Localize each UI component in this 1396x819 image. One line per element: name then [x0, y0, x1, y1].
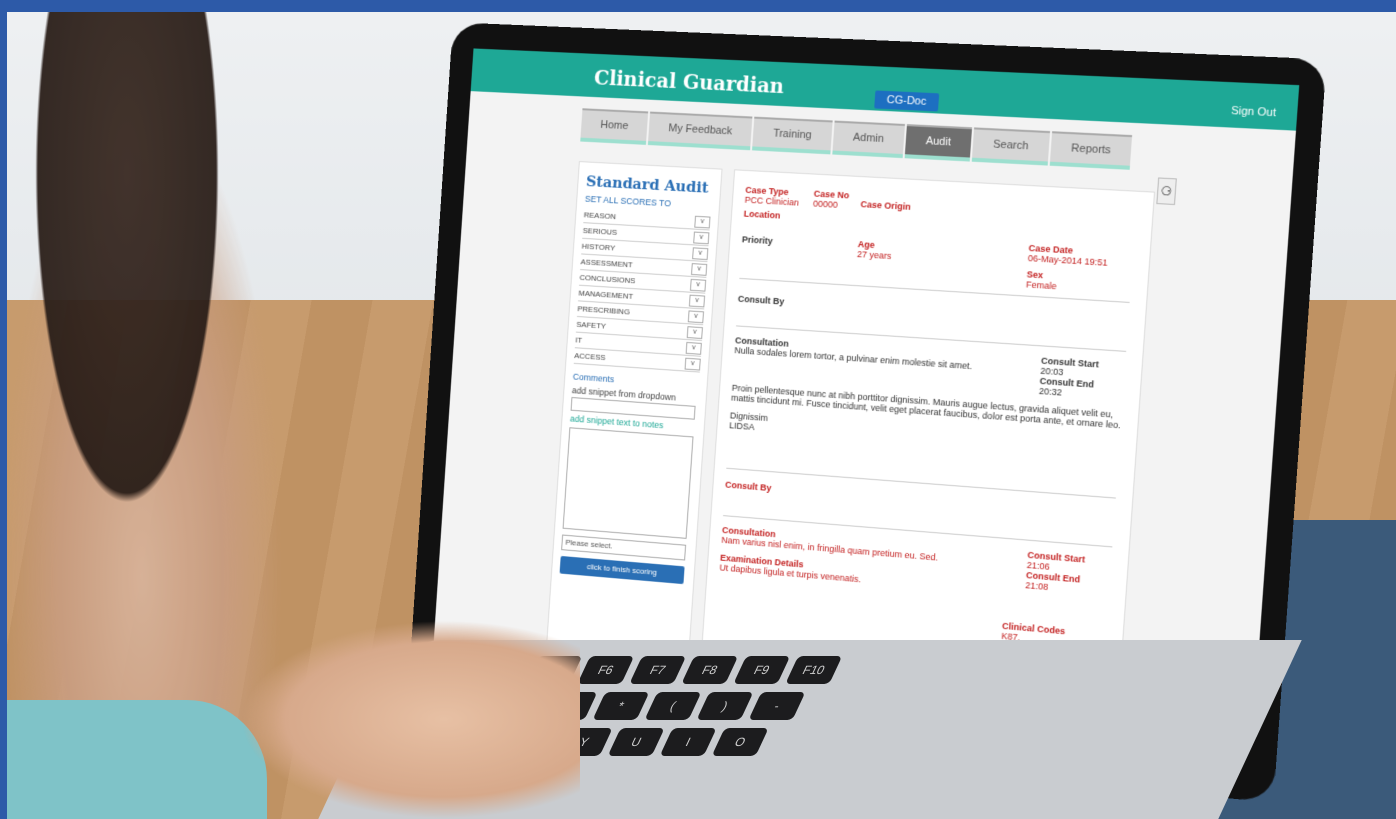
score-label: SERIOUS — [582, 226, 618, 237]
score-label: HISTORY — [581, 241, 616, 253]
score-select[interactable]: v — [689, 278, 707, 292]
case-origin-label: Case Origin — [860, 199, 912, 212]
case-no-value: 00000 — [812, 198, 839, 210]
score-label: ASSESSMENT — [580, 257, 633, 270]
score-label: MANAGEMENT — [578, 288, 634, 301]
case-type-value: PCC Clinician — [744, 194, 800, 208]
score-label: CONCLUSIONS — [579, 272, 636, 286]
score-select[interactable]: v — [684, 357, 701, 371]
score-select[interactable]: v — [693, 231, 710, 244]
age-value: 27 years — [856, 249, 892, 262]
score-label: ACCESS — [574, 351, 606, 363]
consult-by-label: Consult By — [737, 293, 785, 307]
tab-admin[interactable]: Admin — [832, 120, 905, 159]
score-label: SAFETY — [576, 319, 607, 331]
frame-left — [0, 0, 7, 819]
key[interactable]: ( — [644, 692, 702, 720]
key[interactable]: O — [711, 728, 769, 756]
person-shirt — [7, 700, 267, 819]
sign-out-link[interactable]: Sign Out — [1231, 105, 1277, 119]
audit-panel: Standard Audit SET ALL SCORES TO REASON … — [545, 161, 723, 672]
key[interactable]: F9 — [733, 656, 791, 684]
tab-audit[interactable]: Audit — [904, 124, 973, 162]
score-label: PRESCRIBING — [577, 304, 631, 317]
tab-home[interactable]: Home — [580, 108, 649, 145]
score-select[interactable]: v — [687, 309, 705, 323]
consult-by-label-2: Consult By — [724, 479, 772, 494]
key[interactable]: - — [748, 692, 806, 720]
score-select[interactable]: v — [686, 325, 703, 339]
key[interactable]: * — [592, 692, 650, 720]
score-label: REASON — [583, 210, 617, 222]
notes-textarea[interactable] — [562, 427, 694, 539]
tab-search[interactable]: Search — [971, 127, 1050, 166]
doctor-avatar-icon[interactable]: ⚆ — [1156, 177, 1177, 206]
user-chip[interactable]: CG-Doc — [874, 90, 939, 112]
audit-title: Standard Audit — [585, 172, 710, 197]
frame-top — [0, 0, 1396, 12]
key[interactable]: I — [659, 728, 717, 756]
divider — [726, 467, 1116, 499]
priority-label: Priority — [741, 234, 774, 247]
location-label: Location — [743, 208, 781, 221]
score-select[interactable]: v — [691, 262, 708, 276]
score-select[interactable]: v — [688, 294, 706, 307]
tab-my-feedback[interactable]: My Feedback — [648, 111, 753, 151]
key[interactable]: F10 — [785, 656, 843, 684]
app-title: Clinical Guardian — [593, 65, 785, 99]
finish-scoring-button[interactable]: click to finish scoring — [559, 555, 685, 585]
key[interactable]: F7 — [629, 656, 687, 684]
tab-training[interactable]: Training — [752, 116, 833, 155]
key[interactable]: ) — [696, 692, 754, 720]
key[interactable]: F8 — [681, 656, 739, 684]
typing-hand — [240, 620, 580, 819]
key[interactable]: F6 — [577, 656, 635, 684]
key[interactable]: U — [607, 728, 665, 756]
score-select[interactable]: v — [694, 215, 711, 228]
score-select[interactable]: v — [692, 246, 709, 260]
tab-reports[interactable]: Reports — [1049, 131, 1133, 170]
score-label: IT — [575, 335, 583, 345]
score-select[interactable]: v — [685, 341, 702, 355]
